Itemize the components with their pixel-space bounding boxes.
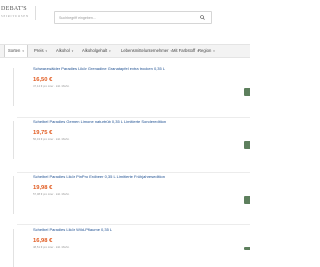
- nav-item-label: Preis: [34, 48, 44, 53]
- add-to-cart-button[interactable]: [244, 196, 250, 204]
- nav-item-preis[interactable]: Preis ▾: [34, 45, 47, 57]
- chevron-down-icon: ▾: [71, 49, 74, 53]
- product-price: 16,50 €: [33, 77, 53, 83]
- header: DEBAT'S SPIRITUOSEN: [0, 0, 250, 38]
- product-unit-price: 47,14 € pro Liter · inkl. MwSt.: [33, 84, 70, 88]
- product-name-link[interactable]: Scheibel Paradies Gemen Limone naturtrüb…: [33, 119, 233, 124]
- nav-item-sorten[interactable]: Sorten ▾: [4, 45, 28, 57]
- nav-item-label: Mit Farbstoff: [172, 48, 196, 53]
- product-price: 16,98 €: [33, 238, 53, 244]
- product-unit-price: 56,43 € pro Liter · inkl. MwSt.: [33, 137, 70, 141]
- product-price: 19,75 €: [33, 130, 53, 136]
- logo-subtitle: SPIRITUOSEN: [1, 14, 29, 18]
- logo-text: DEBAT'S: [1, 6, 27, 12]
- add-to-cart-button[interactable]: [244, 88, 250, 96]
- product-item: Schwarzwälder Paradies Likör Grenadine G…: [33, 66, 233, 88]
- divider: [17, 172, 250, 173]
- product-item: Scheibel Paradies Likör PinPro Erdbeer 0…: [33, 174, 233, 196]
- nav-item-label: Alkoholgehalt: [82, 48, 108, 53]
- product-name-link[interactable]: Schwarzwälder Paradies Likör Grenadine G…: [33, 66, 233, 71]
- product-unit-price: 57,08 € pro Liter · inkl. MwSt.: [33, 192, 70, 196]
- product-unit-price: 48,51 € pro Liter · inkl. MwSt.: [33, 245, 70, 249]
- product-image[interactable]: [0, 229, 14, 267]
- product-item: Scheibel Paradies Likör Wild-Pflaume 0,3…: [33, 227, 233, 249]
- product-image[interactable]: [0, 121, 14, 159]
- product-price: 19,98 €: [33, 185, 53, 191]
- search-box: [54, 11, 212, 24]
- nav-item-alkohol[interactable]: Alkohol ▾: [56, 45, 73, 57]
- divider: [17, 224, 250, 225]
- site-logo[interactable]: DEBAT'S SPIRITUOSEN: [0, 6, 36, 20]
- product-image[interactable]: [0, 176, 14, 214]
- product-image[interactable]: [0, 68, 14, 106]
- nav-item-region[interactable]: Region ▾: [198, 45, 215, 57]
- chevron-down-icon: ▾: [109, 49, 111, 53]
- category-filter-bar: Sorten ▾ Preis ▾ Alkohol ▾ Alkoholgehalt ▾ L…: [0, 44, 250, 58]
- search-input[interactable]: [59, 14, 194, 22]
- chevron-down-icon: ▾: [213, 49, 215, 53]
- nav-item-label: Alkohol: [56, 48, 70, 53]
- nav-item-label: Sorten: [8, 48, 21, 53]
- product-name-link[interactable]: Scheibel Paradies Likör Wild-Pflaume 0,3…: [33, 227, 233, 232]
- nav-item-label: Lebensmittelunternehmer: [121, 48, 169, 53]
- product-item: Scheibel Paradies Gemen Limone naturtrüb…: [33, 119, 233, 141]
- product-name-link[interactable]: Scheibel Paradies Likör PinPro Erdbeer 0…: [33, 174, 233, 179]
- nav-item-farbstoff[interactable]: Mit Farbstoff ▾: [172, 45, 199, 57]
- nav-item-lebensmittelunternehmer[interactable]: Lebensmittelunternehmer ▾: [121, 45, 172, 57]
- search-icon[interactable]: [200, 15, 205, 20]
- add-to-cart-button[interactable]: [244, 141, 250, 149]
- chevron-down-icon: ▾: [45, 49, 48, 53]
- divider: [17, 117, 250, 118]
- nav-item-alkoholgehalt[interactable]: Alkoholgehalt ▾: [82, 45, 111, 57]
- chevron-down-icon: ▾: [22, 49, 24, 53]
- nav-item-label: Region: [198, 48, 212, 53]
